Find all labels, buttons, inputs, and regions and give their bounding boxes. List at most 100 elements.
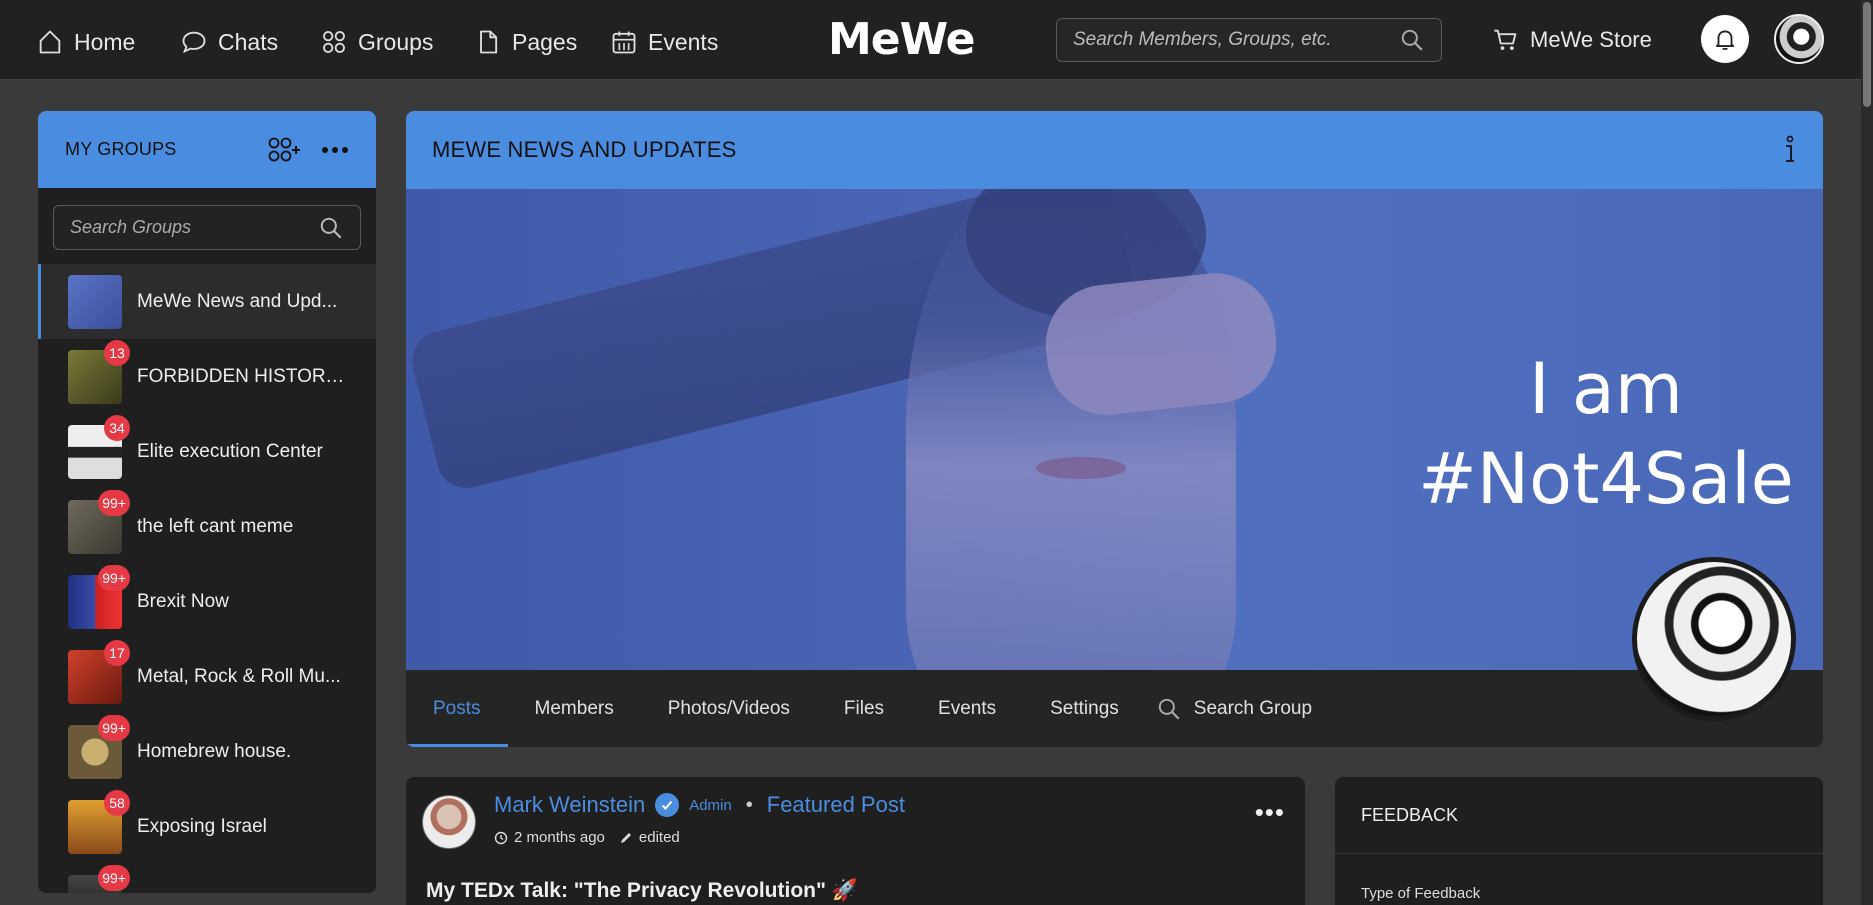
group-list: MeWe News and Upd... 13 FORBIDDEN HISTOR… [38, 264, 376, 893]
post-time: 2 months ago [494, 829, 605, 846]
featured-post-label: Featured Post [766, 792, 905, 817]
bell-icon [1715, 30, 1735, 50]
group-avatar[interactable] [1632, 557, 1796, 721]
tab-settings[interactable]: Settings [1023, 670, 1146, 747]
create-group-icon[interactable] [267, 136, 303, 164]
tab-members[interactable]: Members [508, 670, 641, 747]
nav-chats-label: Chats [218, 28, 279, 55]
nav-groups-label: Groups [358, 28, 434, 55]
post-meta: 2 months ago edited [494, 829, 680, 846]
groups-icon [323, 31, 345, 53]
group-list-item[interactable]: 58 Exposing Israel [38, 789, 376, 864]
group-list-item[interactable]: 99+ the left cant meme [38, 489, 376, 564]
nav-events-label: Events [648, 28, 719, 55]
group-list-item[interactable]: 17 Metal, Rock & Roll Mu... [38, 639, 376, 714]
group-thumbnail: 99+ [68, 714, 130, 779]
author-name[interactable]: Mark Weinstein [494, 792, 645, 818]
search-group-label: Search Group [1193, 697, 1313, 719]
group-thumbnail: 13 [68, 339, 130, 404]
sidebar-header: MY GROUPS [38, 111, 376, 188]
group-thumbnail: 99+ [68, 489, 130, 554]
store-label: MeWe Store [1530, 27, 1652, 52]
group-list-item[interactable]: 99+ Homebrew house. [38, 714, 376, 789]
group-search-input[interactable] [70, 217, 318, 238]
post-more-options-icon[interactable]: ••• [1255, 797, 1285, 828]
nav-chats[interactable]: Chats [180, 22, 278, 62]
cover-tagline: I am #Not4Sale [1326, 344, 1823, 524]
search-group-button[interactable]: Search Group [1156, 696, 1312, 722]
group-thumbnail: 99+ [68, 564, 130, 629]
unread-badge: 13 [104, 339, 130, 366]
group-tabs: Posts Members Photos/Videos Files Events… [406, 670, 1823, 747]
verified-badge-icon [655, 793, 680, 817]
group-title-bar: MEWE NEWS AND UPDATES [406, 111, 1823, 189]
tab-files[interactable]: Files [817, 670, 911, 747]
scrollbar-thumb[interactable] [1863, 2, 1871, 107]
feedback-panel: FEEDBACK Type of Feedback [1335, 777, 1823, 905]
group-cover-image: I am #Not4Sale [406, 189, 1823, 670]
featured-post: Mark Weinstein Admin • Featured Post 2 m… [406, 777, 1305, 905]
more-options-icon[interactable] [321, 145, 349, 155]
post-title: My TEDx Talk: "The Privacy Revolution" 🚀 [426, 879, 858, 902]
cart-icon [1494, 29, 1517, 51]
feedback-type-label: Type of Feedback [1361, 885, 1481, 902]
author-role: Admin [689, 796, 732, 814]
unread-badge: 17 [104, 639, 130, 666]
unread-badge: 58 [104, 789, 130, 816]
group-list-item[interactable]: 13 FORBIDDEN HISTORY ... [38, 339, 376, 414]
group-thumbnail: 58 [68, 789, 130, 854]
group-title: MEWE NEWS AND UPDATES [432, 137, 737, 162]
group-thumbnail [68, 274, 122, 329]
chat-bubble-icon [182, 31, 206, 54]
search-icon [1158, 698, 1180, 720]
user-avatar[interactable] [1774, 14, 1824, 64]
group-header-card: MEWE NEWS AND UPDATES I am #Not4Sale Pos… [406, 111, 1823, 747]
tab-posts[interactable]: Posts [406, 670, 508, 747]
unread-badge: 99+ [98, 714, 130, 741]
nav-pages-label: Pages [512, 28, 578, 55]
global-search-input[interactable] [1073, 29, 1399, 51]
my-groups-sidebar: MY GROUPS MeWe News and Upd... 13 FORBID… [38, 111, 376, 893]
group-name: Metal, Rock & Roll Mu... [137, 665, 341, 687]
nav-home[interactable]: Home [36, 22, 135, 62]
nav-home-label: Home [74, 28, 136, 55]
page-icon [480, 30, 498, 54]
separator-dot: • [745, 793, 753, 816]
nav-pages[interactable]: Pages [474, 22, 577, 62]
page-scrollbar[interactable] [1861, 0, 1873, 905]
author-avatar[interactable] [422, 795, 476, 849]
group-list-item[interactable]: MeWe News and Upd... [38, 264, 376, 339]
tab-photos-videos[interactable]: Photos/Videos [641, 670, 817, 747]
mewe-logo[interactable]: MeWe [828, 14, 975, 65]
post-edited: edited [619, 829, 680, 846]
global-search[interactable] [1056, 18, 1442, 62]
nav-groups[interactable]: Groups [320, 22, 433, 62]
group-name: Homebrew house. [137, 740, 292, 762]
feedback-title: FEEDBACK [1335, 777, 1823, 854]
group-list-item[interactable]: 34 Elite execution Center [38, 414, 376, 489]
search-icon[interactable] [318, 215, 344, 241]
pencil-icon [620, 832, 631, 843]
nav-events[interactable]: Events [610, 22, 718, 62]
home-icon [39, 30, 61, 54]
group-name: Exposing Israel [137, 815, 267, 837]
top-nav-bar: Home Chats Groups Pages Events MeWe MeWe… [0, 0, 1873, 80]
group-list-item[interactable]: 99+ Brexit Now [38, 564, 376, 639]
group-name: Elite execution Center [137, 440, 323, 462]
tagline-line-2: #Not4Sale [1418, 438, 1794, 520]
group-name: FORBIDDEN HISTORY ... [137, 365, 347, 387]
group-name: the left cant meme [137, 515, 294, 537]
tagline-line-1: I am [1529, 348, 1683, 430]
search-icon[interactable] [1399, 27, 1425, 53]
mewe-store-link[interactable]: MeWe Store [1492, 22, 1652, 58]
notifications-button[interactable] [1701, 15, 1749, 63]
cover-figure [1036, 457, 1126, 479]
group-list-item[interactable]: 99+ [38, 864, 376, 893]
sidebar-title: MY GROUPS [65, 139, 177, 159]
unread-badge: 99+ [98, 864, 130, 891]
unread-badge: 34 [104, 414, 130, 441]
tab-events[interactable]: Events [911, 670, 1023, 747]
post-time-text: 2 months ago [514, 829, 605, 846]
info-icon[interactable] [1783, 135, 1797, 165]
group-search[interactable] [53, 205, 361, 250]
